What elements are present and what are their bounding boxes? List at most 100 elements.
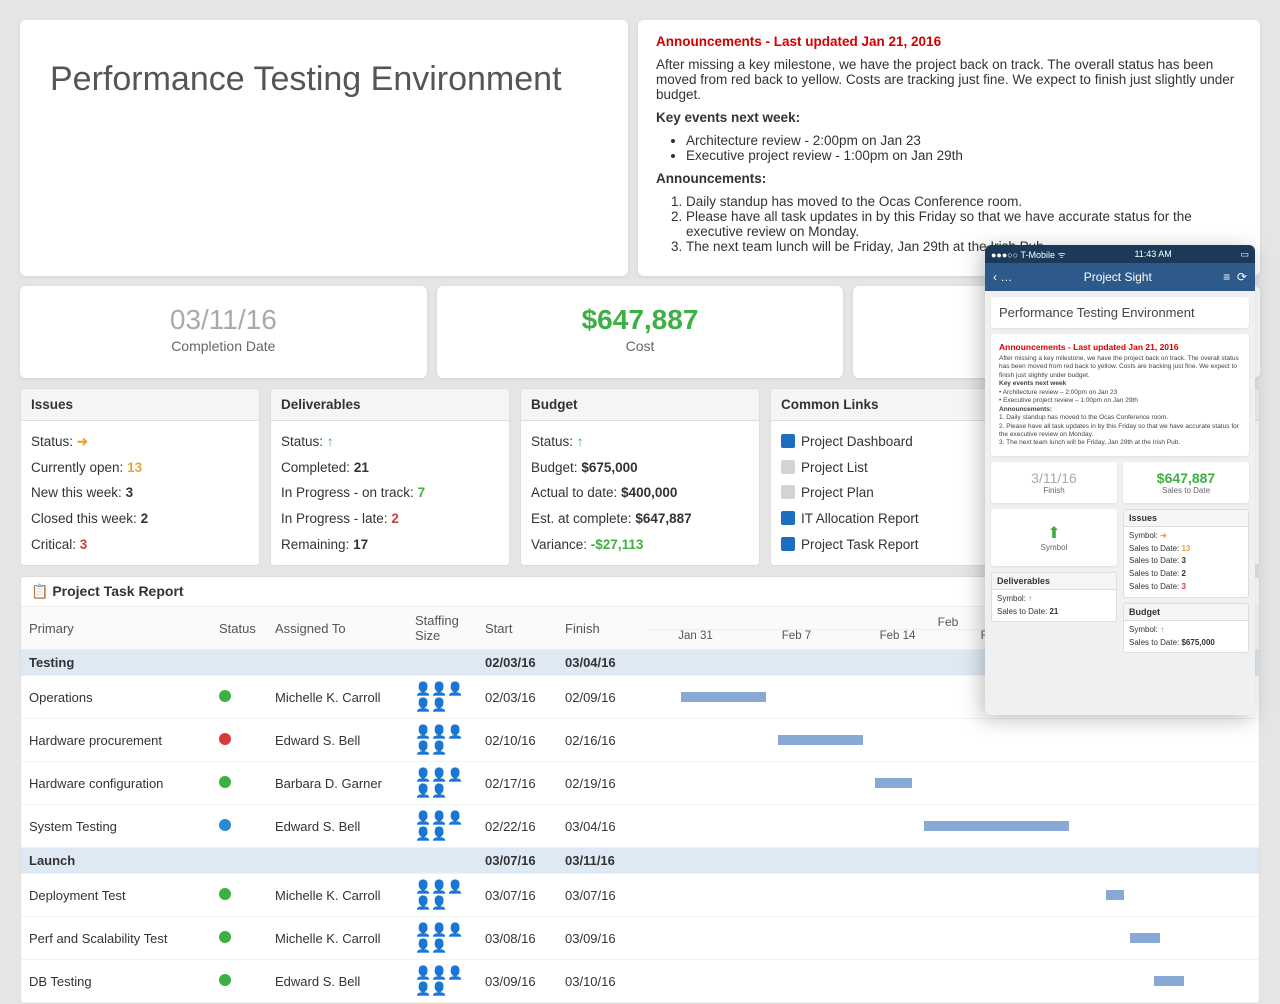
refresh-icon[interactable]: ⟳ [1237, 270, 1247, 284]
issues-new-value: 3 [126, 485, 134, 500]
col-start[interactable]: Start [477, 607, 557, 650]
col-finish[interactable]: Finish [557, 607, 637, 650]
common-links-card: Common Links Project Dashboard Project Li… [770, 388, 1010, 566]
table-row[interactable]: System TestingEdward S. Bell👤👤👤👤👤02/22/1… [21, 805, 1259, 848]
phone-ann-text: After missing a key milestone, we have t… [999, 355, 1241, 448]
doc-icon [781, 434, 795, 448]
deliv-completed-value: 21 [354, 460, 369, 475]
completion-date-label: Completion Date [32, 338, 415, 354]
doc-icon [781, 485, 795, 499]
budget-title: Budget [521, 389, 759, 421]
arrow-up-icon: ↑ [577, 434, 584, 449]
issues-closed-value: 2 [141, 511, 149, 526]
budget-est-label: Est. at complete: [531, 511, 632, 526]
phone-statusbar: ●●●○○ T-Mobile ᯤ 11:43 AM ▭ [985, 245, 1255, 263]
deliv-status-label: Status: [281, 434, 323, 449]
announcement-item: Daily standup has moved to the Ocas Conf… [686, 194, 1242, 209]
issues-card: Issues Status: ➜ Currently open: 13 New … [20, 388, 260, 566]
arrow-up-icon: ⬆ [995, 523, 1113, 543]
table-row[interactable]: Hardware procurementEdward S. Bell👤👤👤👤👤0… [21, 719, 1259, 762]
deliv-late-label: In Progress - late: [281, 511, 388, 526]
doc-icon [781, 537, 795, 551]
back-icon[interactable]: ‹ … [993, 270, 1012, 284]
deliv-ontrack-value: 7 [418, 485, 426, 500]
key-event-item: Executive project review - 1:00pm on Jan… [686, 148, 1242, 163]
phone-symbol-card: ⬆Symbol [991, 509, 1117, 566]
issues-critical-value: 3 [80, 537, 88, 552]
status-dot-icon [219, 776, 231, 788]
budget-est-value: $647,887 [635, 511, 691, 526]
phone-issues-card: Issues Symbol: ➜Sales to Date: 13Sales t… [1123, 509, 1249, 598]
table-row[interactable]: Perf and Scalability TestMichelle K. Car… [21, 917, 1259, 960]
common-link[interactable]: Project Dashboard [801, 434, 913, 449]
common-links-title: Common Links [771, 389, 1009, 421]
col-assigned[interactable]: Assigned To [267, 607, 407, 650]
budget-budget-value: $675,000 [581, 460, 637, 475]
deliv-ontrack-label: In Progress - on track: [281, 485, 414, 500]
announcements-card: Announcements - Last updated Jan 21, 201… [638, 20, 1260, 276]
doc-icon [781, 511, 795, 525]
budget-variance-value: -$27,113 [591, 537, 644, 552]
doc-icon [781, 460, 795, 474]
table-row[interactable]: Deployment TestMichelle K. Carroll👤👤👤👤👤0… [21, 874, 1259, 917]
arrow-up-icon: ↑ [327, 434, 334, 449]
budget-budget-label: Budget: [531, 460, 578, 475]
budget-status-label: Status: [531, 434, 573, 449]
phone-mockup: ●●●○○ T-Mobile ᯤ 11:43 AM ▭ ‹ … Project … [985, 245, 1255, 715]
key-event-item: Architecture review - 2:00pm on Jan 23 [686, 133, 1242, 148]
completion-date-card: 03/11/16 Completion Date [20, 286, 427, 378]
col-primary[interactable]: Primary [21, 607, 211, 650]
arrow-right-icon: ➜ [77, 434, 88, 449]
announcements-summary: After missing a key milestone, we have t… [656, 57, 1242, 102]
status-dot-icon [219, 733, 231, 745]
phone-ann-title: Announcements - Last updated Jan 21, 201… [999, 342, 1241, 352]
deliv-remaining-value: 17 [353, 537, 368, 552]
col-status[interactable]: Status [211, 607, 267, 650]
key-events-label: Key events next week: [656, 110, 800, 125]
announcement-item: Please have all task updates in by this … [686, 209, 1242, 239]
issues-open-label: Currently open: [31, 460, 123, 475]
deliv-late-value: 2 [391, 511, 399, 526]
phone-project-title: Performance Testing Environment [999, 305, 1241, 320]
key-events-list: Architecture review - 2:00pm on Jan 23Ex… [686, 133, 1242, 163]
budget-actual-value: $400,000 [621, 485, 677, 500]
status-dot-icon [219, 931, 231, 943]
issues-critical-label: Critical: [31, 537, 76, 552]
phone-sales-card: $647,887Sales to Date [1123, 462, 1249, 503]
announcements-label: Announcements: [656, 171, 766, 186]
common-link[interactable]: Project Plan [801, 485, 874, 500]
common-link[interactable]: IT Allocation Report [801, 511, 919, 526]
phone-finish-card: 3/11/16Finish [991, 462, 1117, 503]
cost-value: $647,887 [449, 304, 832, 336]
issues-title: Issues [21, 389, 259, 421]
deliverables-title: Deliverables [271, 389, 509, 421]
phone-budget-card: Budget Symbol: ↑Sales to Date: $675,000 [1123, 603, 1249, 654]
cost-label: Cost [449, 338, 832, 354]
issues-closed-label: Closed this week: [31, 511, 137, 526]
phone-app-title: Project Sight [1084, 270, 1152, 284]
budget-card: Budget Status: ↑ Budget: $675,000 Actual… [520, 388, 760, 566]
status-dot-icon [219, 974, 231, 986]
table-row[interactable]: DB TestingEdward S. Bell👤👤👤👤👤03/09/1603/… [21, 960, 1259, 1003]
budget-variance-label: Variance: [531, 537, 587, 552]
status-dot-icon [219, 690, 231, 702]
table-row[interactable]: Hardware configurationBarbara D. Garner👤… [21, 762, 1259, 805]
phone-navbar: ‹ … Project Sight ≡ ⟳ [985, 263, 1255, 291]
budget-actual-label: Actual to date: [531, 485, 617, 500]
phone-deliverables-card: Deliverables Symbol: ↑Sales to Date: 21 [991, 572, 1117, 623]
deliverables-card: Deliverables Status: ↑ Completed: 21 In … [270, 388, 510, 566]
completion-date-value: 03/11/16 [32, 304, 415, 336]
phone-time: 11:43 AM [1134, 249, 1171, 259]
issues-open-value: 13 [127, 460, 142, 475]
common-link[interactable]: Project List [801, 460, 868, 475]
project-title: Performance Testing Environment [50, 60, 598, 99]
common-link[interactable]: Project Task Report [801, 537, 919, 552]
issues-new-label: New this week: [31, 485, 122, 500]
project-title-card: Performance Testing Environment [20, 20, 628, 276]
cost-card: $647,887 Cost [437, 286, 844, 378]
battery-icon: ▭ [1240, 249, 1249, 260]
announcements-title: Announcements - Last updated Jan 21, 201… [656, 34, 1242, 49]
table-row[interactable]: Launch03/07/1603/11/16 [21, 848, 1259, 874]
menu-icon[interactable]: ≡ [1223, 270, 1230, 284]
col-staffing[interactable]: Staffing Size [407, 607, 477, 650]
